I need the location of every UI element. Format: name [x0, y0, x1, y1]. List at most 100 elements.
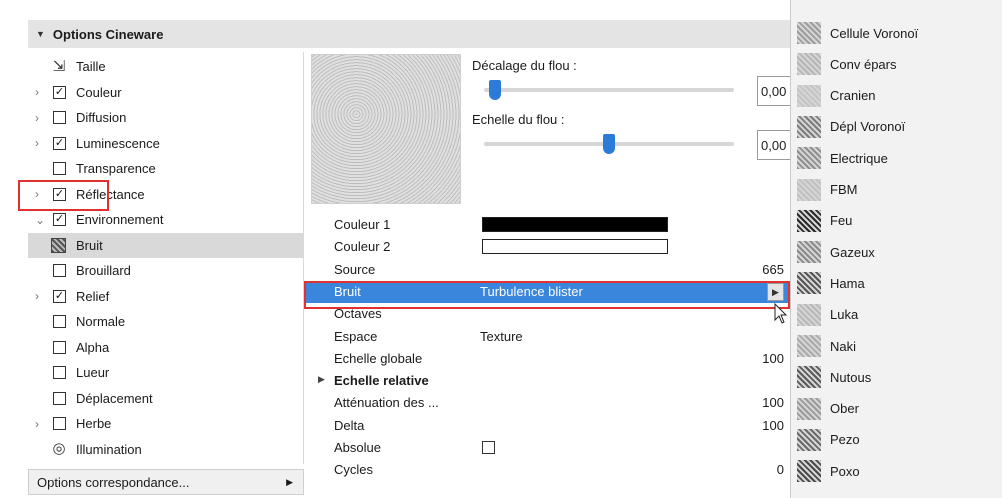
tree-item[interactable]: Transparence	[28, 156, 304, 181]
tree-item[interactable]: Lueur	[28, 360, 304, 385]
expand-arrow-icon[interactable]: ▶	[318, 374, 325, 385]
param-row[interactable]: ▶ Echelle relative	[304, 370, 790, 392]
checkbox[interactable]: ✓	[53, 85, 66, 99]
collapse-arrow-icon[interactable]: ▼	[36, 29, 45, 39]
chevron-right-icon[interactable]: ›	[35, 85, 45, 99]
blur-scale-thumb[interactable]	[603, 134, 615, 154]
noise-menu-item[interactable]: Hama	[791, 268, 1002, 298]
tree-item-label: Déplacement	[76, 390, 153, 406]
color-swatch[interactable]	[482, 239, 668, 255]
checkbox[interactable]	[53, 162, 66, 175]
param-number[interactable]: 665	[762, 262, 784, 277]
noise-menu-label: Conv épars	[830, 56, 897, 72]
tree-item[interactable]: Bruit	[28, 232, 304, 258]
checkbox[interactable]	[53, 391, 66, 405]
noise-menu-label: Dépl Voronoï	[830, 119, 906, 135]
tree-item-label: Diffusion	[76, 110, 127, 125]
tree-item-label: Brouillard	[76, 263, 131, 278]
checkbox[interactable]	[482, 441, 495, 454]
noise-menu-label: Feu	[830, 213, 853, 229]
tree-item[interactable]: › ✓ Luminescence	[28, 131, 304, 156]
color-swatch[interactable]	[482, 217, 668, 232]
tree-item-label: Taille	[76, 59, 106, 74]
noise-type-menu: Cellule Voronoï Conv épars Cranien Dépl Vor…	[790, 0, 1002, 498]
param-row[interactable]: Espace Texture	[304, 326, 790, 348]
tree-item[interactable]: Normale	[28, 309, 304, 334]
noise-menu-item[interactable]: Naki	[791, 331, 1002, 361]
noise-thumbnail	[797, 272, 821, 295]
noise-thumbnail	[797, 178, 821, 201]
param-key: Atténuation des ...	[334, 395, 439, 411]
tree-item[interactable]: ◎ Illumination	[28, 437, 304, 462]
noise-menu-item[interactable]: Pezo	[791, 425, 1002, 455]
channel-tree: ⇲ Taille › ✓ Couleur › Diffusion › ✓ Luminescence…	[28, 52, 304, 464]
noise-thumbnail	[797, 460, 821, 483]
noise-menu-item[interactable]: Nutous	[791, 362, 1002, 392]
tree-item[interactable]: ⇲ Taille	[28, 54, 304, 79]
tree-item[interactable]: › Diffusion	[28, 105, 304, 130]
blur-scale-label: Echelle du flou :	[472, 112, 565, 127]
checkbox[interactable]: ✓	[53, 289, 66, 303]
checkbox[interactable]: ✓	[53, 136, 66, 150]
noise-menu-item[interactable]: Cranien	[791, 81, 1002, 111]
param-row[interactable]: Echelle globale 100	[304, 348, 790, 370]
blur-scale-track[interactable]	[484, 134, 734, 154]
tree-item-label: Couleur	[76, 84, 122, 100]
checkbox[interactable]: ✓	[53, 213, 66, 226]
chevron-down-icon[interactable]: ⌄	[35, 213, 45, 227]
checkbox[interactable]	[53, 264, 66, 277]
chevron-right-icon[interactable]: ›	[35, 289, 45, 303]
tree-item[interactable]: › Herbe	[28, 411, 304, 436]
param-row[interactable]: Cycles 0	[304, 459, 790, 481]
checkbox[interactable]	[53, 340, 66, 354]
noise-menu-label: Pezo	[830, 432, 860, 448]
param-row[interactable]: Couleur 1	[304, 214, 790, 236]
noise-menu-label: Ober	[830, 401, 859, 417]
noise-thumbnail	[797, 53, 821, 76]
blur-offset-thumb[interactable]	[488, 80, 501, 100]
blur-scale-input[interactable]: 0,00	[757, 130, 790, 160]
tree-item[interactable]: Déplacement	[28, 386, 304, 411]
checkbox[interactable]	[53, 111, 66, 124]
chevron-right-icon[interactable]: ›	[35, 417, 45, 431]
blur-offset-track[interactable]	[484, 80, 734, 100]
noise-menu-item[interactable]: Cellule Voronoï	[791, 18, 1002, 48]
blur-offset-input[interactable]: 0,00	[757, 76, 790, 106]
noise-icon	[51, 237, 66, 253]
noise-menu-item[interactable]: Conv épars	[791, 49, 1002, 79]
noise-menu-item[interactable]: Poxo	[791, 456, 1002, 486]
noise-menu-item[interactable]: Feu	[791, 206, 1002, 236]
checkbox[interactable]	[53, 417, 66, 430]
param-row[interactable]: Delta 100	[304, 415, 790, 437]
noise-menu-item[interactable]: Gazeux	[791, 237, 1002, 267]
checkbox[interactable]	[53, 366, 66, 379]
param-key: Couleur 1	[334, 217, 391, 232]
noise-menu-item[interactable]: FBM	[791, 175, 1002, 205]
param-row[interactable]: Couleur 2	[304, 236, 790, 258]
tree-item[interactable]: › ✓ Relief	[28, 284, 304, 309]
tree-item[interactable]: › ✓ Couleur	[28, 80, 304, 105]
noise-menu-label: Hama	[830, 275, 865, 291]
noise-preview-image	[311, 54, 461, 204]
param-row[interactable]: Atténuation des ... 100	[304, 392, 790, 414]
chevron-right-icon[interactable]: ›	[35, 111, 45, 125]
tree-item[interactable]: Brouillard	[28, 258, 304, 283]
chevron-right-icon[interactable]: ›	[35, 136, 45, 150]
tree-item[interactable]: Alpha	[28, 335, 304, 360]
param-row[interactable]: Absolue	[304, 437, 790, 459]
noise-menu-item[interactable]: Electrique	[791, 143, 1002, 173]
mouse-cursor-icon	[774, 303, 788, 324]
param-number[interactable]: 100	[762, 351, 784, 366]
options-correspondance-select[interactable]: Options correspondance... ▶	[28, 469, 304, 495]
section-header[interactable]: ▼ Options Cineware	[28, 20, 790, 48]
noise-menu-label: Poxo	[830, 463, 860, 479]
param-number[interactable]: 0	[777, 462, 784, 477]
noise-menu-label: Luka	[830, 307, 859, 323]
noise-menu-item[interactable]: Dépl Voronoï	[791, 112, 1002, 142]
checkbox[interactable]	[53, 315, 66, 328]
param-number[interactable]: 100	[762, 395, 784, 410]
param-number[interactable]: 100	[762, 418, 784, 433]
param-row[interactable]: Source 665	[304, 259, 790, 281]
noise-menu-item[interactable]: Luka	[791, 300, 1002, 330]
noise-menu-item[interactable]: Ober	[791, 394, 1002, 424]
